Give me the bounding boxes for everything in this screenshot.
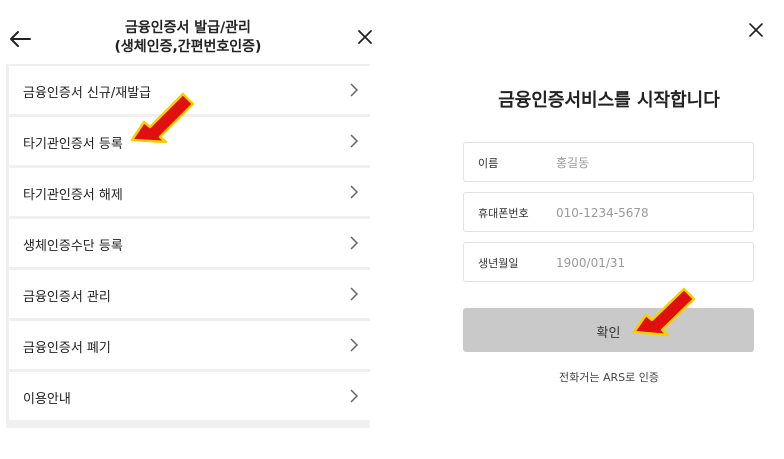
menu-item-label: 타기관인증서 해제	[23, 188, 123, 203]
certificate-menu-panel: 금융인증서 발급/관리 (생체인증,간편번호인증) 금융인증서 신규/재발급 타…	[6, 10, 372, 428]
birthdate-input[interactable]	[556, 254, 736, 272]
confirm-button-label: 확인	[596, 326, 621, 341]
name-field: 이름	[463, 142, 754, 182]
menu-item-label: 금융인증서 관리	[23, 290, 111, 305]
page-subtitle: (생체인증,간편번호인증)	[114, 39, 262, 55]
menu-item-manage[interactable]: 금융인증서 관리	[9, 270, 370, 318]
phone-field-label: 휴대폰번호	[478, 207, 529, 220]
menu-item-label: 타기관인증서 등록	[23, 137, 123, 152]
menu-item-unregister-other[interactable]: 타기관인증서 해제	[9, 168, 370, 216]
header: 금융인증서 발급/관리 (생체인증,간편번호인증)	[6, 10, 372, 64]
chevron-right-icon	[350, 134, 359, 148]
phone-input[interactable]	[556, 204, 736, 222]
menu-item-revoke[interactable]: 금융인증서 폐기	[9, 321, 370, 369]
chevron-right-icon	[350, 236, 359, 250]
menu-item-label: 이용안내	[23, 392, 71, 407]
birthdate-field: 생년월일	[463, 242, 754, 282]
annotation-arrow-icon	[130, 92, 195, 144]
chevron-right-icon	[350, 287, 359, 301]
chevron-right-icon	[350, 338, 359, 352]
arrow-left-icon[interactable]	[8, 26, 34, 52]
annotation-arrow-icon	[632, 287, 696, 337]
menu-item-biometric[interactable]: 생체인증수단 등록	[9, 219, 370, 267]
confirm-button[interactable]: 확인	[463, 308, 754, 352]
name-field-label: 이름	[478, 157, 499, 170]
close-icon[interactable]	[748, 22, 764, 38]
birthdate-field-label: 생년월일	[478, 257, 519, 270]
chevron-right-icon	[350, 83, 359, 97]
chevron-right-icon	[350, 185, 359, 199]
chevron-right-icon	[350, 389, 359, 403]
menu-item-label: 금융인증서 폐기	[23, 341, 111, 356]
ars-auth-link[interactable]: 전화거는 ARS로 인증	[463, 369, 755, 385]
menu-item-guide[interactable]: 이용안내	[9, 372, 370, 420]
page-title: 금융인증서 발급/관리	[125, 20, 251, 36]
name-input[interactable]	[556, 154, 736, 172]
service-title: 금융인증서비스를 시작합니다	[498, 90, 720, 111]
phone-field: 휴대폰번호	[463, 192, 754, 232]
close-icon[interactable]	[356, 28, 374, 46]
menu-item-label: 생체인증수단 등록	[23, 239, 123, 254]
